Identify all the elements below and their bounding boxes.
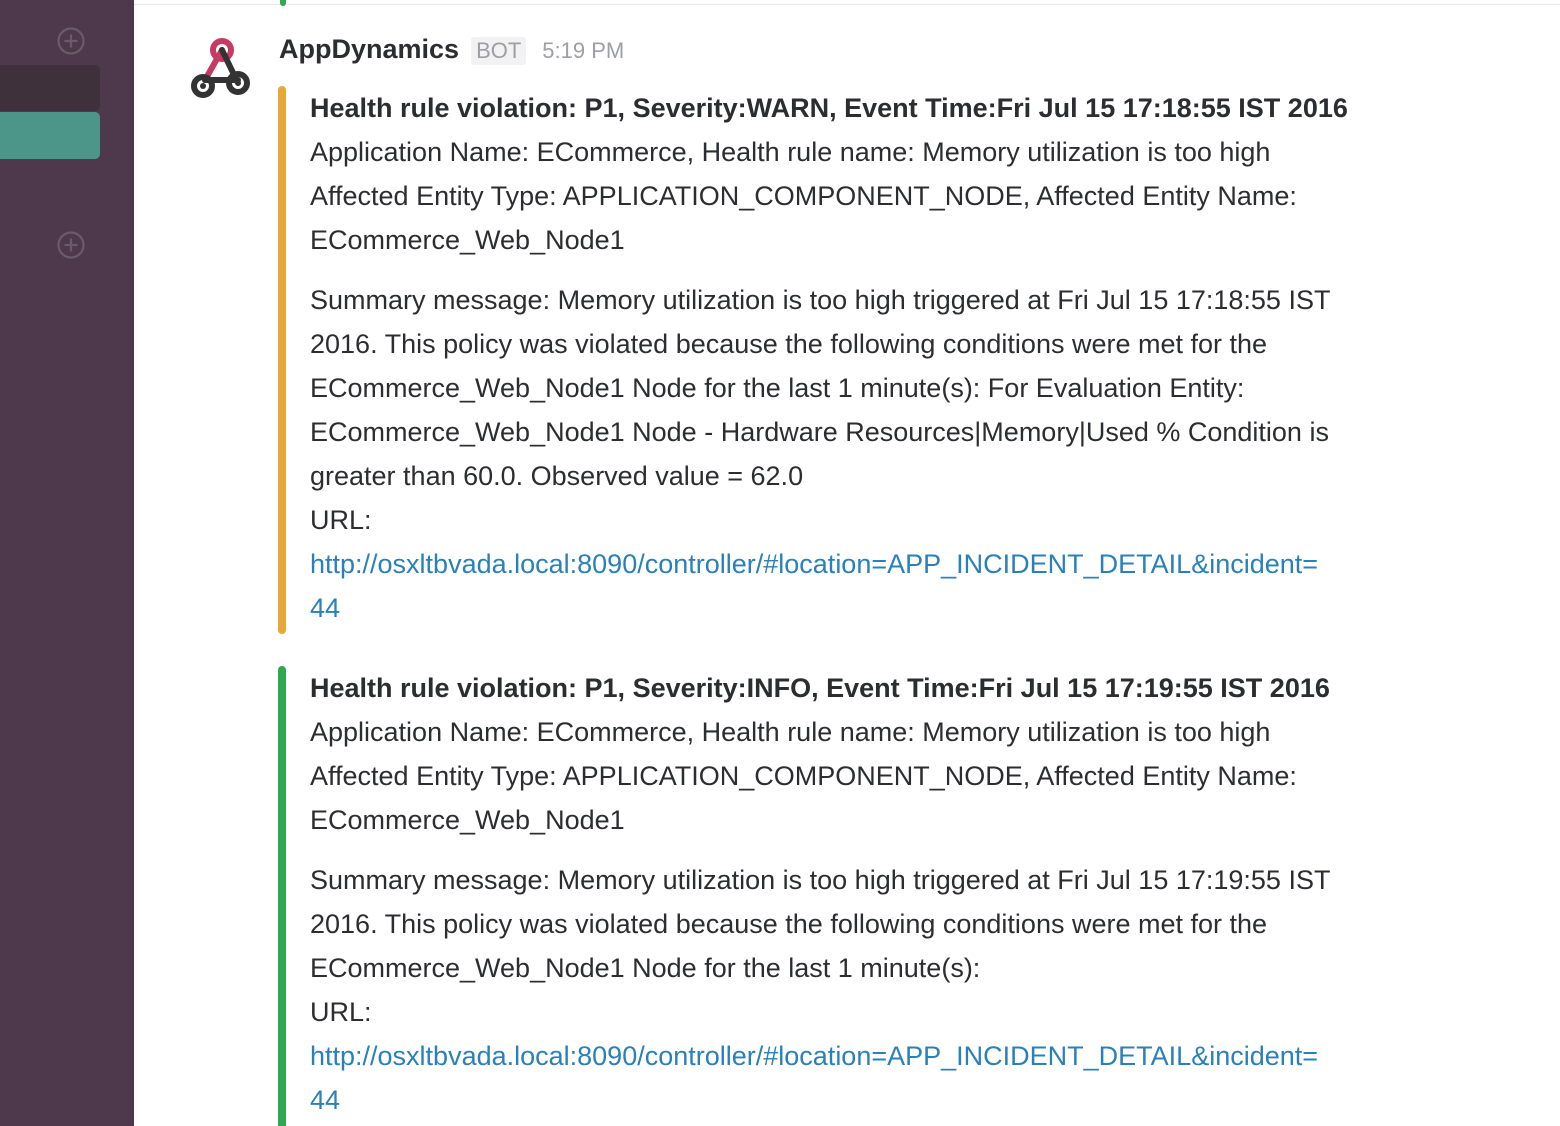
incident-link[interactable]: http://osxltbvada.local:8090/controller/…: [310, 542, 1458, 586]
summary-line: Summary message: Memory utilization is t…: [310, 285, 1331, 315]
attachment-line: Affected Entity Type: APPLICATION_COMPON…: [310, 761, 1297, 791]
attachment-line: Application Name: ECommerce, Health rule…: [310, 137, 1271, 167]
attachment-line: ECommerce_Web_Node1: [310, 225, 625, 255]
summary-line: ECommerce_Web_Node1 Node for the last 1 …: [310, 373, 1245, 403]
plus-circle-icon[interactable]: [56, 230, 86, 260]
sidebar-item-active[interactable]: [0, 112, 100, 159]
incident-link[interactable]: 44: [310, 586, 1458, 630]
sidebar-item[interactable]: [0, 65, 100, 111]
severity-bar-info: [278, 666, 286, 1126]
url-label: URL:: [310, 505, 372, 535]
sender-name[interactable]: AppDynamics: [279, 34, 459, 65]
summary-line: ECommerce_Web_Node1 Node for the last 1 …: [310, 953, 981, 983]
attachment-title: Health rule violation: P1, Severity:INFO…: [310, 673, 1330, 703]
attachment-line: Affected Entity Type: APPLICATION_COMPON…: [310, 181, 1297, 211]
channel-sidebar: [0, 0, 134, 1126]
previous-attachment-bar: [280, 0, 286, 6]
attachment-info: Health rule violation: P1, Severity:INFO…: [278, 666, 1458, 1126]
attachment-body: Health rule violation: P1, Severity:WARN…: [310, 86, 1458, 630]
message-timestamp[interactable]: 5:19 PM: [542, 38, 624, 64]
summary-line: 2016. This policy was violated because t…: [310, 329, 1268, 359]
summary-line: 2016. This policy was violated because t…: [310, 909, 1268, 939]
plus-circle-icon[interactable]: [56, 26, 86, 56]
webhook-icon[interactable]: [186, 36, 258, 106]
url-label: URL:: [310, 997, 372, 1027]
attachment-line: Application Name: ECommerce, Health rule…: [310, 717, 1271, 747]
attachment-warn: Health rule violation: P1, Severity:WARN…: [278, 86, 1458, 634]
incident-link[interactable]: 44: [310, 1078, 1458, 1122]
attachment-body: Health rule violation: P1, Severity:INFO…: [310, 666, 1458, 1122]
summary-line: Summary message: Memory utilization is t…: [310, 865, 1331, 895]
severity-bar-warn: [278, 86, 286, 634]
attachment-line: ECommerce_Web_Node1: [310, 805, 625, 835]
summary-line: ECommerce_Web_Node1 Node - Hardware Reso…: [310, 417, 1329, 447]
attachment-title: Health rule violation: P1, Severity:WARN…: [310, 93, 1348, 123]
message-divider: [134, 4, 1560, 5]
summary-line: greater than 60.0. Observed value = 62.0: [310, 461, 804, 491]
incident-link[interactable]: http://osxltbvada.local:8090/controller/…: [310, 1034, 1458, 1078]
bot-badge: BOT: [471, 37, 527, 65]
message-header: AppDynamics BOT 5:19 PM: [279, 34, 624, 74]
